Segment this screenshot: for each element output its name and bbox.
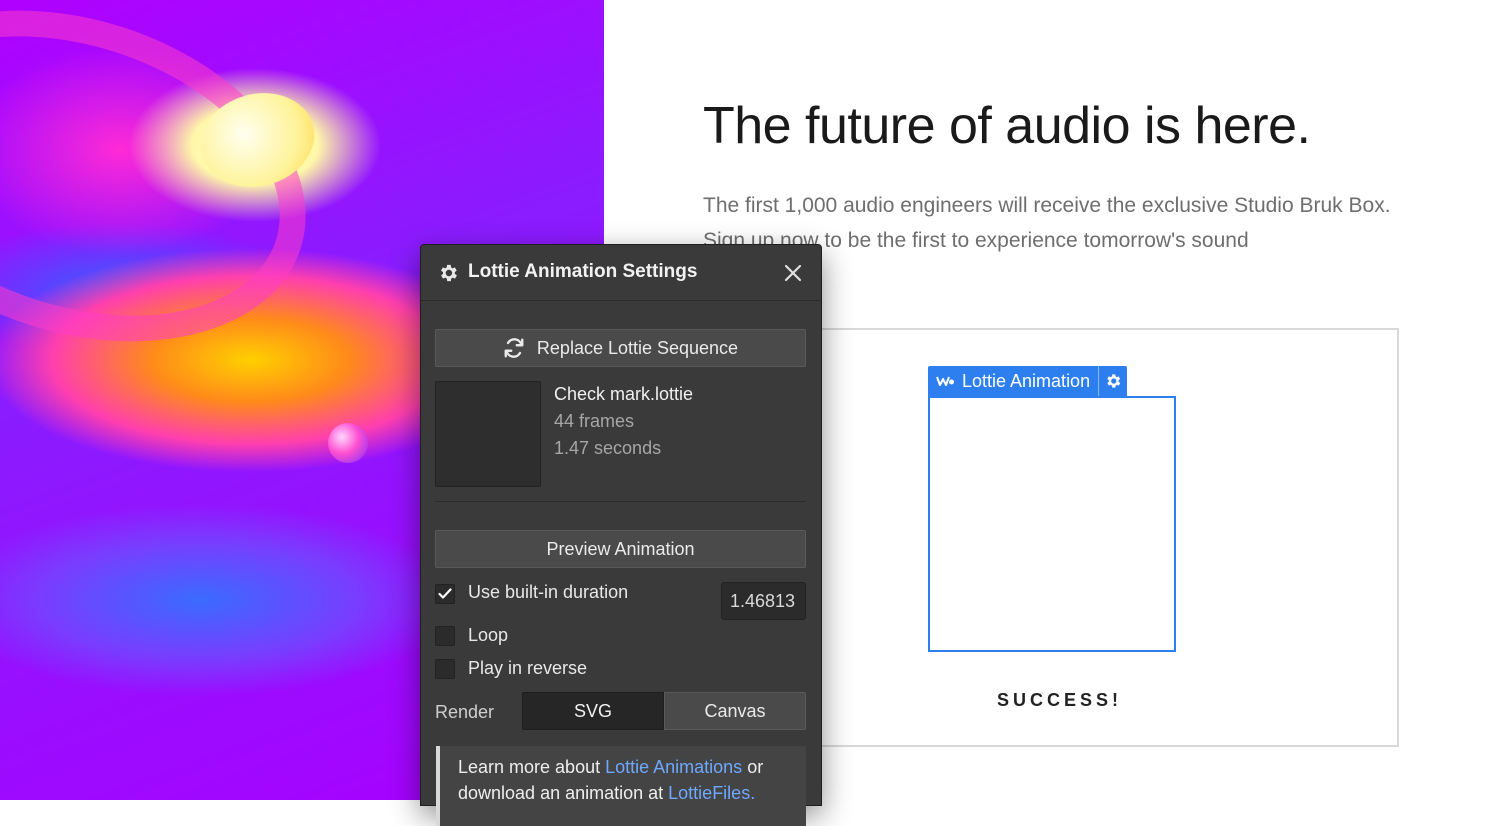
refresh-icon bbox=[504, 338, 524, 358]
element-settings-button[interactable] bbox=[1098, 366, 1127, 396]
info-callout: Learn more about Lottie Animations or do… bbox=[436, 746, 806, 826]
webflow-logo-icon bbox=[936, 376, 954, 386]
lottie-animations-link[interactable]: Lottie Animations bbox=[605, 757, 742, 777]
panel-title: Lottie Animation Settings bbox=[468, 261, 698, 282]
preview-animation-button[interactable]: Preview Animation bbox=[435, 530, 806, 568]
file-frames: 44 frames bbox=[554, 411, 635, 431]
lottie-element-tag[interactable]: Lottie Animation bbox=[928, 366, 1128, 396]
replace-lottie-button[interactable]: Replace Lottie Sequence bbox=[435, 329, 806, 367]
art-bubble-shape bbox=[328, 423, 368, 463]
gear-icon bbox=[441, 264, 457, 282]
replace-lottie-label: Replace Lottie Sequence bbox=[536, 337, 739, 358]
use-builtin-duration-label: Use built-in duration bbox=[468, 582, 629, 602]
panel-divider bbox=[435, 501, 806, 502]
render-label: Render bbox=[435, 702, 495, 722]
use-builtin-duration-checkbox[interactable] bbox=[435, 584, 455, 604]
play-in-reverse-checkbox[interactable] bbox=[435, 659, 455, 679]
loop-checkbox[interactable] bbox=[435, 626, 455, 646]
success-label: SUCCESS! bbox=[997, 690, 1123, 710]
art-ring-shape bbox=[0, 0, 349, 398]
close-icon[interactable] bbox=[782, 262, 804, 284]
play-in-reverse-label: Play in reverse bbox=[468, 658, 588, 678]
lottie-element-tag-text: Lottie Animation bbox=[962, 370, 1091, 391]
file-duration: 1.47 seconds bbox=[554, 438, 662, 458]
lottie-animation-element[interactable] bbox=[928, 396, 1176, 652]
gear-icon bbox=[1107, 374, 1121, 388]
render-canvas-option[interactable]: Canvas bbox=[664, 692, 806, 730]
file-name: Check mark.lottie bbox=[554, 384, 694, 404]
lottie-element-tag-label[interactable]: Lottie Animation bbox=[928, 366, 1098, 396]
loop-label: Loop bbox=[468, 625, 509, 645]
page-headline: The future of audio is here. bbox=[703, 97, 1311, 155]
lottie-settings-panel: Lottie Animation Settings Replace Lottie… bbox=[420, 244, 822, 826]
checkmark-icon bbox=[438, 588, 452, 599]
animation-thumbnail bbox=[435, 381, 541, 487]
info-prefix: Learn more about bbox=[458, 757, 606, 777]
render-svg-option[interactable]: SVG bbox=[522, 692, 664, 730]
preview-animation-label: Preview Animation bbox=[546, 538, 695, 559]
panel-header: Lottie Animation Settings bbox=[421, 245, 821, 301]
lottiefiles-link[interactable]: LottieFiles. bbox=[668, 783, 755, 803]
duration-input[interactable] bbox=[721, 582, 806, 620]
